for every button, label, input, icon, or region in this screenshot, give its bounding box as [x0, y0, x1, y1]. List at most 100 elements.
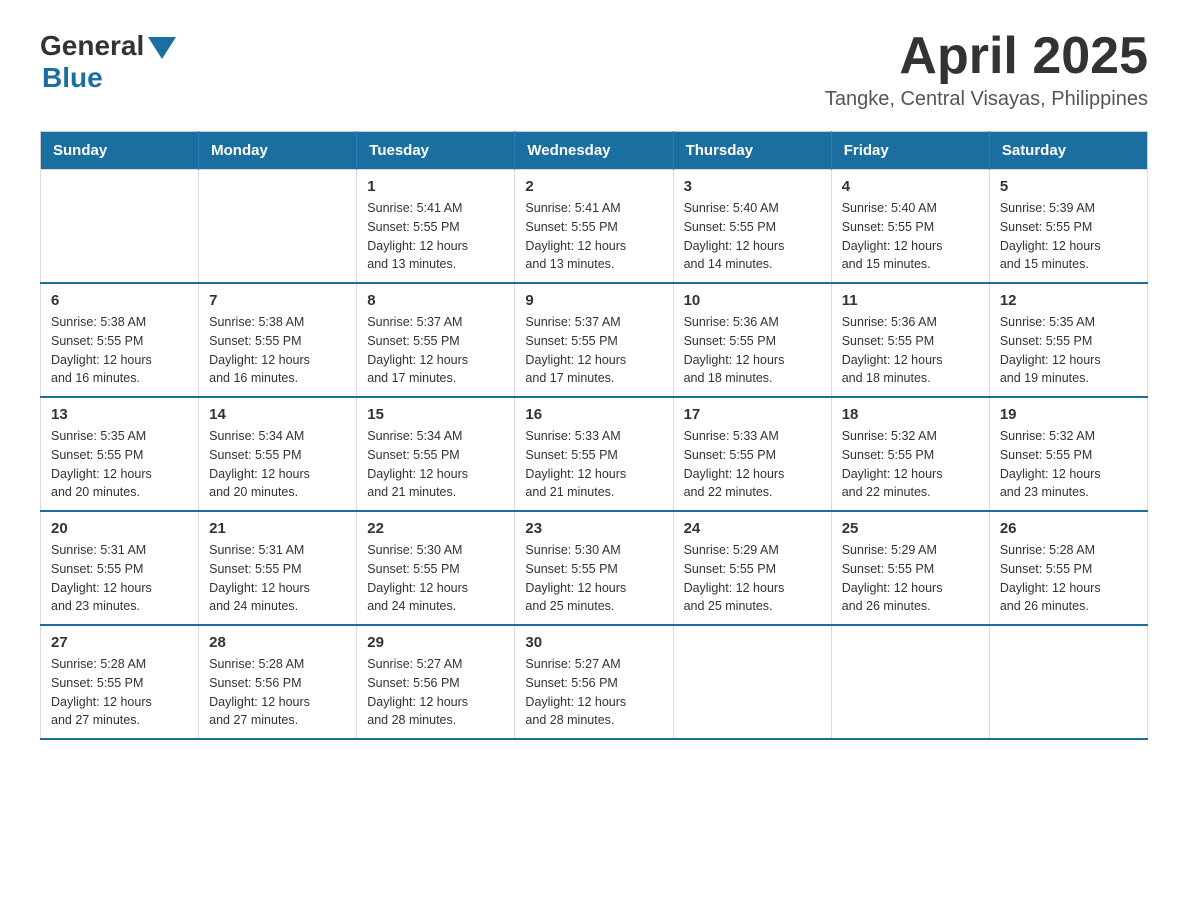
calendar-cell: 20Sunrise: 5:31 AM Sunset: 5:55 PM Dayli… [41, 511, 199, 625]
day-info: Sunrise: 5:34 AM Sunset: 5:55 PM Dayligh… [367, 427, 504, 502]
calendar-cell: 4 Sunrise: 5:40 AM Sunset: 5:55 PM Daylig… [831, 170, 989, 284]
calendar-cell: 15 Sunrise: 5:34 AM Sunset: 5:55 PM Dayli… [357, 397, 515, 511]
calendar-cell: 5 Sunrise: 5:39 AM Sunset: 5:55 PM Daylig… [989, 170, 1147, 284]
day-number: 14 [209, 406, 346, 423]
day-number: 7 [209, 292, 346, 309]
month-title: April 2025 [825, 30, 1148, 82]
day-number: 3 [684, 178, 821, 195]
calendar-cell: 30 Sunrise: 5:27 AM Sunset: 5:56 PM Dayli… [515, 625, 673, 739]
header-cell-friday: Friday [831, 132, 989, 170]
day-info: Sunrise: 5:36 AM Sunset: 5:55 PM Dayligh… [684, 313, 821, 388]
day-info: Sunrise: 5:30 AM Sunset: 5:55 PM Dayligh… [367, 541, 504, 616]
header-cell-wednesday: Wednesday [515, 132, 673, 170]
day-number: 9 [525, 292, 662, 309]
day-info: Sunrise: 5:32 AM Sunset: 5:55 PM Dayligh… [842, 427, 979, 502]
calendar-cell: 1Sunrise: 5:41 AM Sunset: 5:55 PM Daylig… [357, 170, 515, 284]
calendar-cell: 7Sunrise: 5:38 AM Sunset: 5:55 PM Daylig… [199, 283, 357, 397]
day-number: 13 [51, 406, 188, 423]
page-header: General Blue April 2025 Tangke, Central … [40, 30, 1148, 111]
day-info: Sunrise: 5:31 AM Sunset: 5:55 PM Dayligh… [51, 541, 188, 616]
calendar-cell [831, 625, 989, 739]
day-info: Sunrise: 5:30 AM Sunset: 5:55 PM Dayligh… [525, 541, 662, 616]
calendar-week-row: 27 Sunrise: 5:28 AM Sunset: 5:55 PM Dayli… [41, 625, 1148, 739]
day-info: Sunrise: 5:28 AM Sunset: 5:55 PM Dayligh… [51, 655, 188, 730]
location-title: Tangke, Central Visayas, Philippines [825, 88, 1148, 111]
day-info: Sunrise: 5:35 AM Sunset: 5:55 PM Dayligh… [1000, 313, 1137, 388]
day-number: 27 [51, 634, 188, 651]
day-number: 28 [209, 634, 346, 651]
title-section: April 2025 Tangke, Central Visayas, Phil… [825, 30, 1148, 111]
calendar-table: SundayMondayTuesdayWednesdayThursdayFrid… [40, 131, 1148, 740]
day-info: Sunrise: 5:41 AM Sunset: 5:55 PM Dayligh… [525, 199, 662, 274]
day-info: Sunrise: 5:27 AM Sunset: 5:56 PM Dayligh… [525, 655, 662, 730]
calendar-cell [989, 625, 1147, 739]
day-info: Sunrise: 5:39 AM Sunset: 5:55 PM Dayligh… [1000, 199, 1137, 274]
calendar-cell: 8 Sunrise: 5:37 AM Sunset: 5:55 PM Daylig… [357, 283, 515, 397]
day-info: Sunrise: 5:37 AM Sunset: 5:55 PM Dayligh… [525, 313, 662, 388]
day-info: Sunrise: 5:33 AM Sunset: 5:55 PM Dayligh… [525, 427, 662, 502]
day-number: 5 [1000, 178, 1137, 195]
day-number: 8 [367, 292, 504, 309]
calendar-cell: 6Sunrise: 5:38 AM Sunset: 5:55 PM Daylig… [41, 283, 199, 397]
day-number: 11 [842, 292, 979, 309]
calendar-week-row: 1Sunrise: 5:41 AM Sunset: 5:55 PM Daylig… [41, 170, 1148, 284]
calendar-cell: 28 Sunrise: 5:28 AM Sunset: 5:56 PM Dayli… [199, 625, 357, 739]
calendar-cell: 2 Sunrise: 5:41 AM Sunset: 5:55 PM Daylig… [515, 170, 673, 284]
day-info: Sunrise: 5:40 AM Sunset: 5:55 PM Dayligh… [842, 199, 979, 274]
day-info: Sunrise: 5:33 AM Sunset: 5:55 PM Dayligh… [684, 427, 821, 502]
calendar-cell [199, 170, 357, 284]
calendar-cell: 13 Sunrise: 5:35 AM Sunset: 5:55 PM Dayli… [41, 397, 199, 511]
header-cell-saturday: Saturday [989, 132, 1147, 170]
calendar-week-row: 6Sunrise: 5:38 AM Sunset: 5:55 PM Daylig… [41, 283, 1148, 397]
day-info: Sunrise: 5:36 AM Sunset: 5:55 PM Dayligh… [842, 313, 979, 388]
calendar-cell: 16Sunrise: 5:33 AM Sunset: 5:55 PM Dayli… [515, 397, 673, 511]
header-cell-sunday: Sunday [41, 132, 199, 170]
calendar-cell [673, 625, 831, 739]
header-cell-monday: Monday [199, 132, 357, 170]
day-number: 15 [367, 406, 504, 423]
day-info: Sunrise: 5:35 AM Sunset: 5:55 PM Dayligh… [51, 427, 188, 502]
day-number: 30 [525, 634, 662, 651]
day-info: Sunrise: 5:29 AM Sunset: 5:55 PM Dayligh… [842, 541, 979, 616]
day-info: Sunrise: 5:27 AM Sunset: 5:56 PM Dayligh… [367, 655, 504, 730]
day-number: 2 [525, 178, 662, 195]
day-number: 21 [209, 520, 346, 537]
calendar-cell: 12 Sunrise: 5:35 AM Sunset: 5:55 PM Dayli… [989, 283, 1147, 397]
calendar-week-row: 20Sunrise: 5:31 AM Sunset: 5:55 PM Dayli… [41, 511, 1148, 625]
calendar-cell: 19 Sunrise: 5:32 AM Sunset: 5:55 PM Dayli… [989, 397, 1147, 511]
calendar-cell: 17 Sunrise: 5:33 AM Sunset: 5:55 PM Dayli… [673, 397, 831, 511]
day-number: 22 [367, 520, 504, 537]
day-number: 29 [367, 634, 504, 651]
day-number: 10 [684, 292, 821, 309]
calendar-cell: 14 Sunrise: 5:34 AM Sunset: 5:55 PM Dayli… [199, 397, 357, 511]
day-info: Sunrise: 5:41 AM Sunset: 5:55 PM Dayligh… [367, 199, 504, 274]
day-number: 23 [525, 520, 662, 537]
day-info: Sunrise: 5:28 AM Sunset: 5:56 PM Dayligh… [209, 655, 346, 730]
header-row: SundayMondayTuesdayWednesdayThursdayFrid… [41, 132, 1148, 170]
day-number: 4 [842, 178, 979, 195]
header-cell-tuesday: Tuesday [357, 132, 515, 170]
day-number: 12 [1000, 292, 1137, 309]
logo: General Blue [40, 30, 176, 94]
day-number: 19 [1000, 406, 1137, 423]
calendar-cell: 26Sunrise: 5:28 AM Sunset: 5:55 PM Dayli… [989, 511, 1147, 625]
day-info: Sunrise: 5:38 AM Sunset: 5:55 PM Dayligh… [51, 313, 188, 388]
day-number: 17 [684, 406, 821, 423]
calendar-cell: 27 Sunrise: 5:28 AM Sunset: 5:55 PM Dayli… [41, 625, 199, 739]
calendar-cell: 11 Sunrise: 5:36 AM Sunset: 5:55 PM Dayli… [831, 283, 989, 397]
calendar-body: 1Sunrise: 5:41 AM Sunset: 5:55 PM Daylig… [41, 170, 1148, 740]
day-info: Sunrise: 5:32 AM Sunset: 5:55 PM Dayligh… [1000, 427, 1137, 502]
day-info: Sunrise: 5:37 AM Sunset: 5:55 PM Dayligh… [367, 313, 504, 388]
logo-blue-text: Blue [42, 62, 103, 94]
logo-general-text: General [40, 30, 144, 62]
calendar-header: SundayMondayTuesdayWednesdayThursdayFrid… [41, 132, 1148, 170]
calendar-cell: 10 Sunrise: 5:36 AM Sunset: 5:55 PM Dayli… [673, 283, 831, 397]
day-info: Sunrise: 5:34 AM Sunset: 5:55 PM Dayligh… [209, 427, 346, 502]
calendar-cell: 29 Sunrise: 5:27 AM Sunset: 5:56 PM Dayli… [357, 625, 515, 739]
day-info: Sunrise: 5:40 AM Sunset: 5:55 PM Dayligh… [684, 199, 821, 274]
day-number: 26 [1000, 520, 1137, 537]
day-number: 25 [842, 520, 979, 537]
calendar-cell [41, 170, 199, 284]
day-info: Sunrise: 5:29 AM Sunset: 5:55 PM Dayligh… [684, 541, 821, 616]
calendar-cell: 23 Sunrise: 5:30 AM Sunset: 5:55 PM Dayli… [515, 511, 673, 625]
